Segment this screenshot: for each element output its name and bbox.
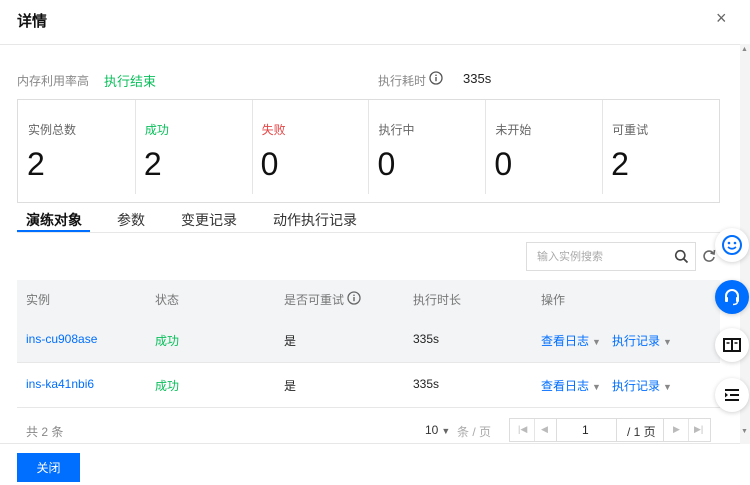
column-header-duration: 执行时长	[413, 293, 462, 307]
retryable-cell: 是	[284, 334, 297, 348]
close-icon[interactable]: ×	[716, 8, 727, 29]
list-menu-icon[interactable]	[715, 378, 749, 412]
instance-link[interactable]: ins-cu908ase	[26, 332, 97, 346]
stat-value: 2	[27, 146, 45, 182]
page-size-select[interactable]: 10 ▼	[425, 423, 450, 437]
pager-divider	[688, 419, 689, 441]
page-size-value: 10	[425, 423, 439, 437]
total-pages: / 1 页	[627, 425, 656, 439]
execution-status: 执行结束	[104, 74, 157, 89]
stat-value: 0	[377, 146, 396, 182]
stat-success: 成功 2	[134, 100, 252, 202]
close-button[interactable]: 关闭	[17, 453, 80, 482]
chevron-down-icon: ▼	[663, 382, 672, 392]
docs-book-icon[interactable]	[715, 328, 749, 362]
column-header-instance: 实例	[26, 293, 51, 307]
chevron-down-icon: ▼	[663, 337, 672, 347]
stat-value: 0	[494, 146, 513, 182]
retryable-cell: 是	[284, 379, 297, 393]
chevron-down-icon: ▼	[592, 382, 601, 392]
tab-drill-targets[interactable]: 演练对象	[26, 210, 82, 230]
refresh-icon[interactable]	[702, 248, 716, 269]
table-header: 实例 状态 是否可重试 执行时长 操作	[17, 280, 720, 317]
stat-label: 成功	[144, 123, 169, 137]
tab-parameters[interactable]: 参数	[117, 210, 145, 230]
instance-link[interactable]: ins-ka41nbi6	[26, 377, 94, 391]
status-cell: 成功	[155, 379, 180, 393]
info-icon[interactable]	[429, 71, 443, 90]
duration-value: 335s	[463, 71, 492, 86]
view-log-dropdown[interactable]: 查看日志 ▼	[541, 377, 601, 394]
column-header-retryable: 是否可重试	[284, 293, 345, 307]
header-divider	[0, 44, 740, 45]
exec-record-dropdown[interactable]: 执行记录 ▼	[612, 377, 672, 394]
stat-label: 失败	[261, 123, 286, 137]
stat-value: 0	[260, 146, 279, 182]
stat-value: 2	[611, 146, 629, 182]
scroll-up-icon[interactable]: ▲	[741, 46, 748, 53]
duration-cell: 335s	[413, 377, 440, 391]
metric-label: 内存利用率高	[17, 74, 90, 88]
search-input[interactable]	[527, 243, 687, 270]
pager-nav-right: ▶ ▶|	[663, 418, 711, 442]
chevron-down-icon: ▼	[441, 426, 451, 436]
stat-failed: 失败 0	[251, 100, 369, 202]
total-pages-box: / 1 页	[616, 418, 664, 442]
stat-label: 执行中	[378, 123, 415, 137]
view-log-link[interactable]: 查看日志	[541, 334, 589, 348]
view-log-link[interactable]: 查看日志	[541, 379, 589, 393]
duration-cell: 335s	[413, 332, 440, 346]
dialog-title: 详情	[17, 13, 48, 30]
stat-label: 未开始	[495, 123, 532, 137]
exec-record-link[interactable]: 执行记录	[612, 379, 660, 393]
stat-retryable: 可重试 2	[602, 100, 719, 202]
chevron-down-icon: ▼	[592, 337, 601, 347]
tab-change-log[interactable]: 变更记录	[181, 210, 237, 230]
info-icon[interactable]	[347, 291, 361, 310]
stat-value: 2	[143, 146, 162, 182]
table-row: ins-cu908ase 成功 是 335s 查看日志 ▼ 执行记录 ▼	[17, 317, 720, 363]
stats-panel: 实例总数 2 成功 2 失败 0 执行中 0 未开始 0 可重试 2	[17, 99, 720, 203]
tab-action-log[interactable]: 动作执行记录	[273, 210, 357, 230]
search-box[interactable]	[526, 242, 696, 271]
view-log-dropdown[interactable]: 查看日志 ▼	[541, 332, 601, 349]
total-count: 共 2 条	[26, 425, 64, 439]
status-cell: 成功	[155, 334, 180, 348]
page-size-unit: 条 / 页	[457, 425, 492, 439]
page-number-box[interactable]: 1	[556, 418, 617, 442]
assistant-icon[interactable]	[715, 228, 749, 262]
pager-divider	[534, 419, 535, 441]
customer-service-icon[interactable]	[715, 280, 749, 314]
current-page-input[interactable]: 1	[582, 423, 589, 437]
exec-record-dropdown[interactable]: 执行记录 ▼	[612, 332, 672, 349]
last-page-icon[interactable]: ▶|	[694, 424, 703, 435]
first-page-icon[interactable]: |◀	[518, 424, 527, 435]
stat-not-started: 未开始 0	[485, 100, 602, 202]
duration-label: 执行耗时	[378, 74, 427, 88]
column-header-status: 状态	[155, 293, 180, 307]
scroll-down-icon[interactable]: ▼	[741, 428, 748, 435]
next-page-icon[interactable]: ▶	[673, 424, 680, 435]
stat-label: 实例总数	[28, 123, 77, 137]
search-icon[interactable]	[674, 249, 689, 269]
exec-record-link[interactable]: 执行记录	[612, 334, 660, 348]
stat-total: 实例总数 2	[18, 100, 135, 202]
stat-label: 可重试	[612, 123, 649, 137]
stat-running: 执行中 0	[368, 100, 485, 202]
table-row: ins-ka41nbi6 成功 是 335s 查看日志 ▼ 执行记录 ▼	[17, 362, 720, 408]
pager-nav-left: |◀ ◀	[509, 418, 557, 442]
footer-divider	[0, 443, 740, 444]
tab-divider	[17, 232, 720, 233]
prev-page-icon[interactable]: ◀	[541, 424, 548, 435]
column-header-actions: 操作	[541, 293, 566, 307]
